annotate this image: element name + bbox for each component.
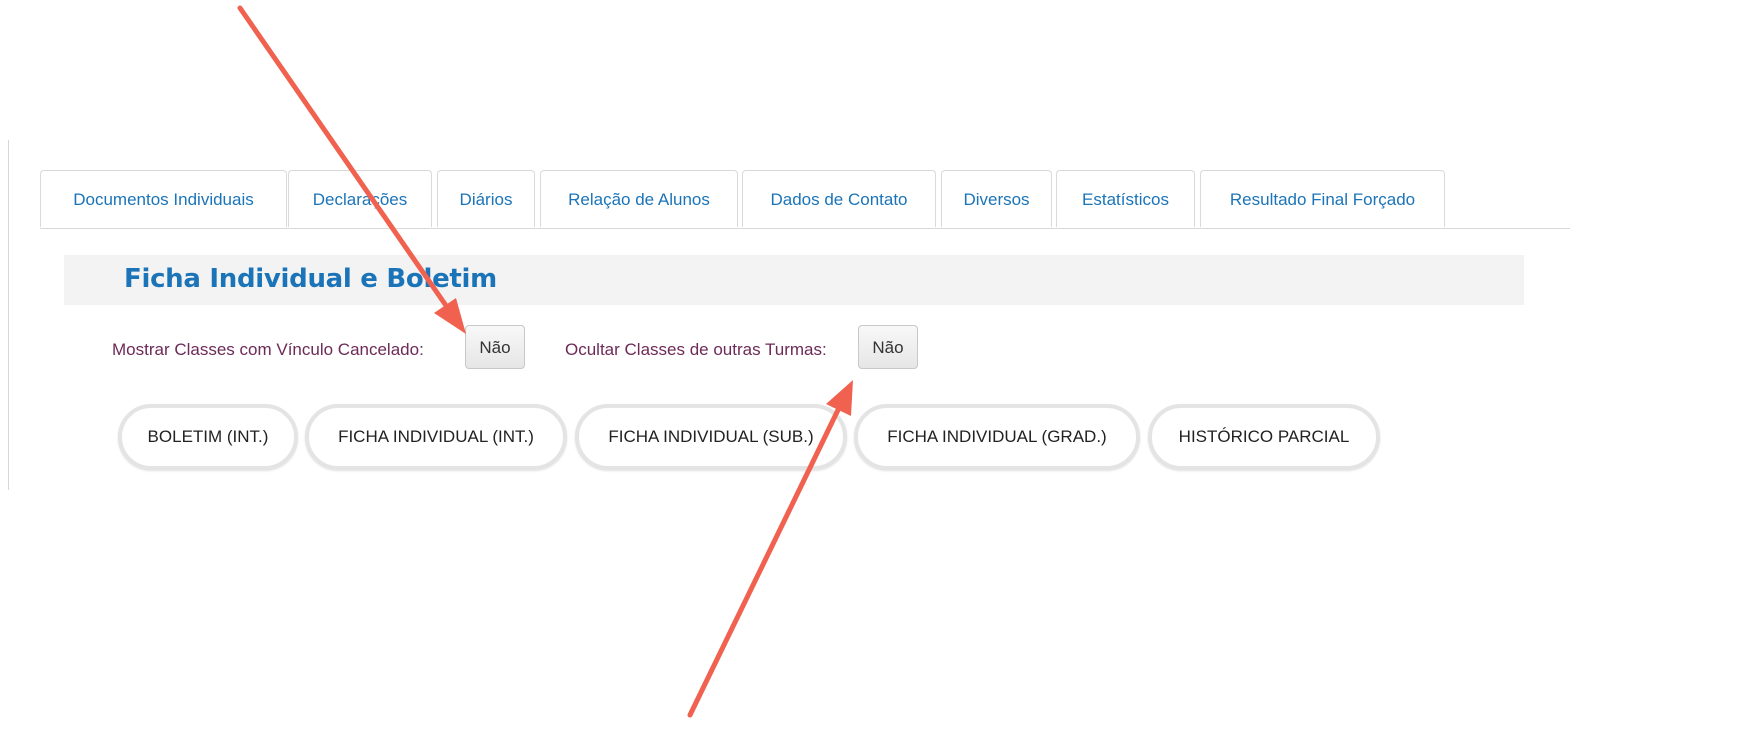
tab-dados-de-contato[interactable]: Dados de Contato xyxy=(742,170,936,227)
tab-resultado-final-forcado[interactable]: Resultado Final Forçado xyxy=(1200,170,1445,227)
hide-other-classes-label: Ocultar Classes de outras Turmas: xyxy=(565,340,827,359)
tab-diarios[interactable]: Diários xyxy=(437,170,535,227)
boletim-int-button[interactable]: BOLETIM (INT.) xyxy=(118,404,298,470)
left-border-rule xyxy=(8,140,9,490)
tab-bar: Documentos Individuais Declarações Diári… xyxy=(40,170,1570,229)
ficha-individual-sub-button[interactable]: FICHA INDIVIDUAL (SUB.) xyxy=(575,404,847,470)
hide-other-classes-toggle[interactable]: Não xyxy=(858,325,918,369)
ficha-individual-int-button[interactable]: FICHA INDIVIDUAL (INT.) xyxy=(305,404,567,470)
tab-diversos[interactable]: Diversos xyxy=(941,170,1052,227)
ficha-individual-grad-button[interactable]: FICHA INDIVIDUAL (GRAD.) xyxy=(854,404,1140,470)
historico-parcial-button[interactable]: HISTÓRICO PARCIAL xyxy=(1148,404,1380,470)
show-cancelled-classes-toggle[interactable]: Não xyxy=(465,325,525,369)
tab-estatisticos[interactable]: Estatísticos xyxy=(1056,170,1195,227)
tab-relacao-de-alunos[interactable]: Relação de Alunos xyxy=(540,170,738,227)
tab-documentos-individuais[interactable]: Documentos Individuais xyxy=(40,170,287,227)
show-cancelled-classes-label: Mostrar Classes com Vínculo Cancelado: xyxy=(112,340,424,359)
tab-declaracoes[interactable]: Declarações xyxy=(288,170,432,227)
page-title: Ficha Individual e Boletim xyxy=(124,264,497,294)
